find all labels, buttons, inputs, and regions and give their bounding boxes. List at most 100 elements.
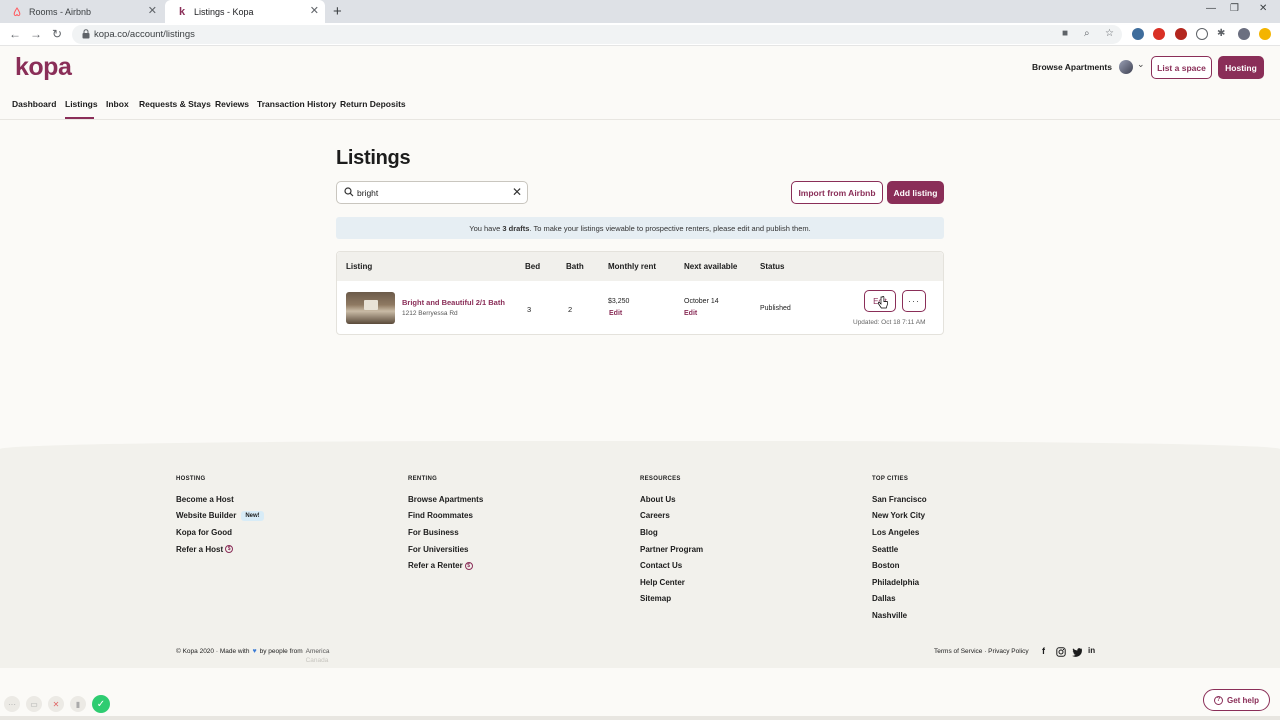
back-icon[interactable]: ← (9, 27, 21, 41)
listing-thumbnail[interactable] (346, 292, 395, 324)
col-bath: Bath (566, 262, 584, 271)
close-tab-icon[interactable]: ✕ (310, 6, 319, 17)
listing-address: 1212 Berryessa Rd (402, 310, 458, 317)
adblock-icon[interactable] (1153, 28, 1165, 40)
updated-timestamp: Updated: Oct 18 7:11 AM (853, 319, 926, 326)
camera-icon[interactable]: ■ (1062, 28, 1068, 39)
footer-link[interactable]: Nashville (872, 607, 927, 624)
puzzle-icon[interactable]: ✱ (1217, 28, 1229, 40)
tab-listings[interactable]: Listings (65, 99, 98, 109)
footer-link[interactable]: Become a Host (176, 491, 264, 508)
extension-icon[interactable] (1196, 28, 1208, 40)
status-badge: Published (760, 305, 791, 312)
browser-tabstrip: Rooms - Airbnb ✕ k Listings - Kopa ✕ + —… (0, 0, 1280, 23)
tab-dashboard[interactable]: Dashboard (12, 99, 56, 109)
list-a-space-button[interactable]: List a space (1151, 56, 1212, 79)
linkedin-icon[interactable]: in (1088, 646, 1095, 655)
tab-return-deposits[interactable]: Return Deposits (340, 99, 406, 109)
tab-inbox[interactable]: Inbox (106, 99, 129, 109)
footer-link[interactable]: Philadelphia (872, 574, 927, 591)
notice-text-pre: You have (469, 223, 501, 233)
footer-link[interactable]: Blog (640, 524, 703, 541)
check-icon[interactable]: ✓ (92, 695, 110, 713)
more-icon[interactable]: ··· (4, 696, 20, 712)
kopa-logo[interactable]: kopa (15, 53, 72, 82)
hosting-button[interactable]: Hosting (1218, 56, 1264, 79)
tab-requests-stays[interactable]: Requests & Stays (139, 99, 211, 109)
window-close-icon[interactable]: ✕ (1259, 3, 1267, 14)
get-help-button[interactable]: ? Get help (1203, 689, 1270, 711)
extension-icon[interactable] (1175, 28, 1187, 40)
instagram-icon[interactable] (1056, 647, 1066, 657)
browser-tab-airbnb[interactable]: Rooms - Airbnb ✕ (0, 0, 163, 23)
legal-links[interactable]: Terms of Service · Privacy Policy (934, 648, 1029, 655)
camera-icon[interactable]: ▭ (26, 696, 42, 712)
footer-link[interactable]: Find Roommates (408, 508, 483, 525)
more-options-button[interactable]: ··· (902, 290, 926, 312)
footer-link-label: Browse Apartments (408, 494, 484, 504)
address-bar[interactable]: kopa.co/account/listings ■ ⌕ ☆ (72, 25, 1122, 44)
footer-link[interactable]: Website Builder New! (176, 508, 264, 525)
footer-link[interactable]: About Us (640, 491, 703, 508)
extension-icon[interactable] (1132, 28, 1144, 40)
browser-tab-kopa[interactable]: k Listings - Kopa ✕ (165, 0, 325, 23)
drafts-notice: You have 3 drafts. To make your listings… (336, 217, 944, 239)
browse-apartments-link[interactable]: Browse Apartments (1032, 62, 1112, 72)
get-help-label: Get help (1226, 695, 1259, 705)
update-icon[interactable] (1259, 28, 1271, 40)
minimize-icon[interactable]: — (1206, 3, 1216, 14)
recorder-toolbar: ··· ▭ ✕ ▮ ✓ (4, 695, 110, 713)
table-header: Listing Bed Bath Monthly rent Next avail… (337, 252, 943, 281)
footer-heading: TOP CITIES (872, 476, 909, 482)
footer-link[interactable]: Browse Apartments (408, 491, 483, 508)
footer-link[interactable]: Boston (872, 557, 927, 574)
restore-icon[interactable]: ❐ (1230, 3, 1239, 14)
footer-link[interactable]: Seattle (872, 541, 927, 558)
footer-link[interactable]: Kopa for Good (176, 524, 264, 541)
footer-link[interactable]: For Business (408, 524, 483, 541)
footer-link[interactable]: For Universities (408, 541, 483, 558)
country-current: America (305, 648, 330, 655)
country-rotator: America Canada (305, 648, 330, 664)
table-row: Bright and Beautiful 2/1 Bath 1212 Berry… (337, 281, 943, 335)
footer-link[interactable]: San Francisco (872, 491, 927, 508)
site-footer: HOSTING Become a Host Website Builder New… (0, 441, 1280, 668)
footer-link[interactable]: Careers (640, 508, 703, 525)
edit-availability-link[interactable]: Edit (684, 310, 697, 317)
listing-title-link[interactable]: Bright and Beautiful 2/1 Bath (402, 298, 505, 307)
next-available-date: October 14 (684, 298, 719, 305)
new-tab-icon[interactable]: + (333, 3, 342, 20)
footer-link[interactable]: Refer a Host $ (176, 541, 264, 558)
pause-icon[interactable]: ▮ (70, 696, 86, 712)
forward-icon[interactable]: → (30, 27, 42, 41)
footer-link[interactable]: Sitemap (640, 591, 703, 608)
bookmark-star-icon[interactable]: ☆ (1105, 28, 1114, 39)
twitter-icon[interactable] (1072, 648, 1082, 657)
close-tab-icon[interactable]: ✕ (148, 6, 157, 17)
chevron-down-icon[interactable]: ⌄ (1137, 59, 1145, 70)
facebook-icon[interactable]: f (1042, 646, 1045, 656)
avatar[interactable] (1119, 60, 1133, 74)
import-from-airbnb-button[interactable]: Import from Airbnb (791, 181, 883, 204)
footer-link[interactable]: Contact Us (640, 557, 703, 574)
footer-link[interactable]: Dallas (872, 591, 927, 608)
add-listing-button[interactable]: Add listing (887, 181, 944, 204)
close-icon[interactable]: ✕ (48, 696, 64, 712)
profile-icon[interactable] (1238, 28, 1250, 40)
footer-link[interactable]: Help Center (640, 574, 703, 591)
footer-link[interactable]: Partner Program (640, 541, 703, 558)
footer-link[interactable]: Refer a Renter $ (408, 557, 483, 574)
edit-rent-link[interactable]: Edit (609, 310, 622, 317)
footer-heading: RESOURCES (640, 476, 681, 482)
zoom-icon[interactable]: ⌕ (1084, 28, 1090, 39)
url-text: kopa.co/account/listings (94, 29, 195, 40)
tab-transaction-history[interactable]: Transaction History (257, 99, 336, 109)
page-bottom-edge (0, 716, 1280, 720)
tab-reviews[interactable]: Reviews (215, 99, 249, 109)
clear-search-icon[interactable]: ✕ (512, 186, 522, 199)
footer-link[interactable]: New York City (872, 508, 927, 525)
footer-link[interactable]: Los Angeles (872, 524, 927, 541)
reload-icon[interactable]: ↻ (52, 27, 62, 41)
search-icon (344, 187, 354, 197)
search-input[interactable] (357, 186, 507, 200)
